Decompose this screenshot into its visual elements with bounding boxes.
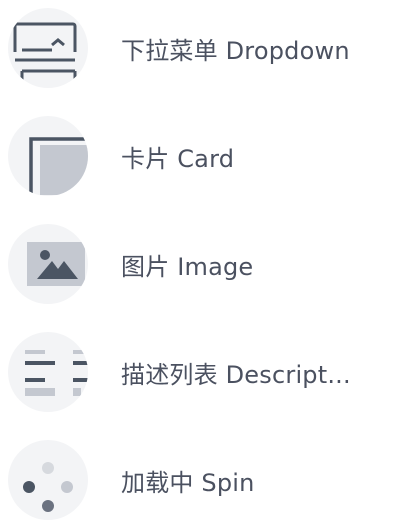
list-item-label: 加载中 Spin	[121, 468, 255, 497]
descriptions-icon	[8, 332, 88, 412]
list-item-descriptions[interactable]: 描述列表 Descript...	[0, 324, 416, 420]
list-item-spin[interactable]: 加载中 Spin	[0, 432, 416, 528]
spin-icon	[8, 440, 88, 520]
list-item-label: 描述列表 Descript...	[121, 360, 351, 389]
component-list: 下拉菜单 Dropdown 卡片 Card 图片 Image 描述列表 Desc…	[0, 0, 416, 528]
list-item-label: 卡片 Card	[121, 144, 235, 173]
list-item-card[interactable]: 卡片 Card	[0, 108, 416, 204]
list-item-image[interactable]: 图片 Image	[0, 216, 416, 312]
dropdown-icon	[8, 8, 88, 88]
list-item-dropdown[interactable]: 下拉菜单 Dropdown	[0, 0, 416, 96]
list-item-label: 图片 Image	[121, 252, 254, 281]
image-icon	[8, 224, 88, 304]
card-icon	[8, 116, 88, 196]
list-item-label: 下拉菜单 Dropdown	[121, 36, 350, 65]
